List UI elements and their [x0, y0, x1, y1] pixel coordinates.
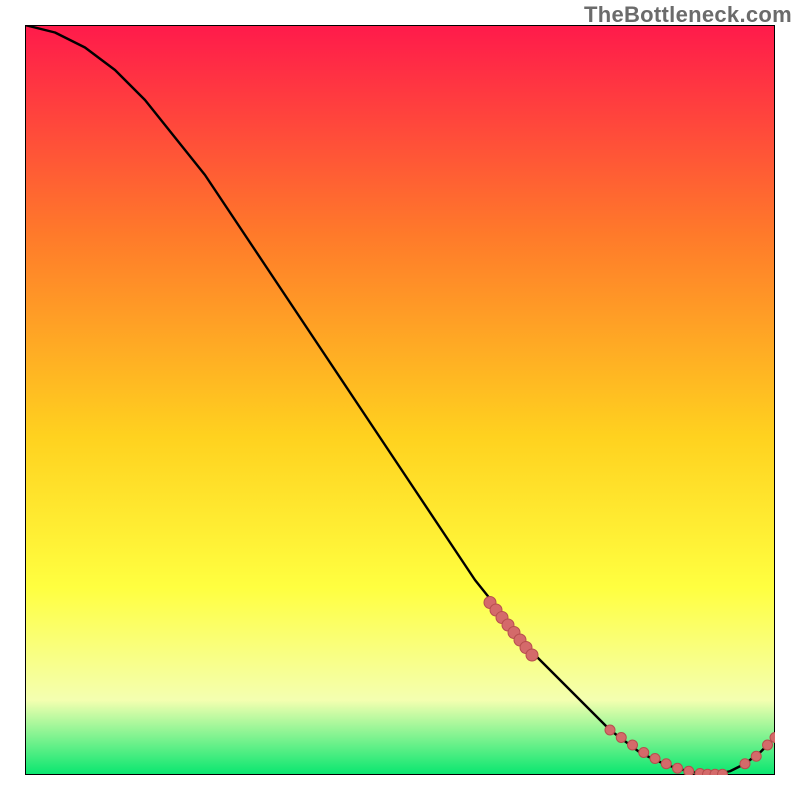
data-dot: [650, 754, 660, 764]
data-dot: [639, 748, 649, 758]
plot-area: [25, 25, 775, 775]
data-dot: [673, 763, 683, 773]
data-dot: [751, 751, 761, 761]
data-dot: [740, 759, 750, 769]
data-dot: [526, 649, 538, 661]
data-dot: [718, 769, 728, 775]
gradient-background: [25, 25, 775, 775]
data-dot: [628, 740, 638, 750]
watermark-text: TheBottleneck.com: [584, 2, 792, 28]
chart-stage: TheBottleneck.com: [0, 0, 800, 800]
data-dot: [661, 759, 671, 769]
data-dot: [616, 733, 626, 743]
data-dot: [763, 740, 773, 750]
data-dot: [684, 766, 694, 775]
data-dot: [605, 725, 615, 735]
chart-svg: [25, 25, 775, 775]
